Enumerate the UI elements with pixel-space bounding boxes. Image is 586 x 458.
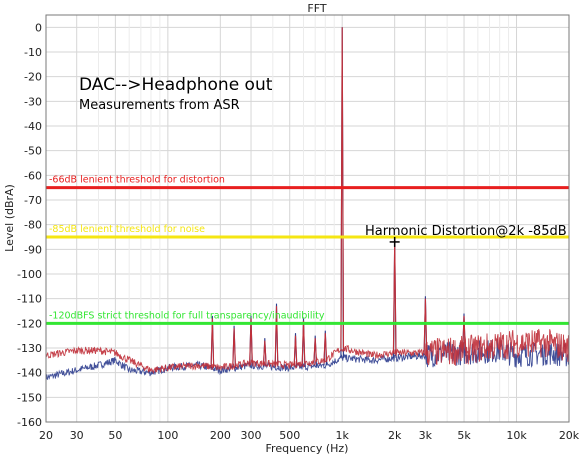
y-tick-label: -40 [24, 120, 42, 133]
annotation-title: DAC-->Headphone out [79, 75, 273, 95]
x-tick-label: 30 [70, 429, 84, 442]
x-tick-label: 3k [419, 429, 433, 442]
x-tick-label: 5k [457, 429, 471, 442]
annotation-distortion: Harmonic Distortion@2k -85dB [365, 224, 567, 239]
y-tick-label: -100 [17, 268, 42, 281]
x-tick-label: 200 [210, 429, 231, 442]
y-tick-label: -20 [24, 71, 42, 84]
y-tick-label: 0 [35, 21, 42, 34]
threshold-label-0: -66dB lenient threshold for distortion [49, 175, 225, 186]
fft-chart: FFT -66dB lenient threshold for distorti… [3, 2, 580, 455]
threshold-label-2: -120dBFS strict threshold for full trans… [49, 310, 325, 321]
series-1-peak [262, 340, 267, 364]
series-1-peak [210, 318, 215, 367]
y-tick-label: -60 [24, 169, 42, 182]
chart-title: FFT [307, 2, 326, 15]
y-axis-label: Level (dBrA) [3, 184, 16, 252]
y-tick-label: -110 [17, 293, 42, 306]
threshold-label-1: -85dB lenient threshold for noise [49, 224, 205, 235]
y-tick-label: -80 [24, 219, 42, 232]
y-tick-label: -90 [24, 243, 42, 256]
x-tick-label: 300 [241, 429, 262, 442]
y-tick-label: -140 [17, 367, 42, 380]
annotation-subtitle: Measurements from ASR [79, 98, 240, 113]
x-tick-label: 20 [39, 429, 53, 442]
x-tick-label: 500 [279, 429, 300, 442]
series-1-peak [293, 335, 298, 365]
y-tick-label: -30 [24, 95, 42, 108]
y-tick-label: -150 [17, 391, 42, 404]
y-tick-label: -120 [17, 317, 42, 330]
x-tick-label: 1k [335, 429, 349, 442]
y-tick-label: -70 [24, 194, 42, 207]
y-tick-label: -130 [17, 342, 42, 355]
x-tick-label: 2k [388, 429, 402, 442]
y-tick-label: -50 [24, 145, 42, 158]
x-tick-label: 20k [559, 429, 580, 442]
y-tick-label: -160 [17, 416, 42, 429]
x-tick-label: 50 [108, 429, 122, 442]
series-1-peak [232, 328, 236, 366]
x-tick-label: 10k [506, 429, 527, 442]
y-tick-label: -10 [24, 46, 42, 59]
x-axis-label: Frequency (Hz) [266, 442, 349, 455]
x-tick-label: 100 [157, 429, 178, 442]
